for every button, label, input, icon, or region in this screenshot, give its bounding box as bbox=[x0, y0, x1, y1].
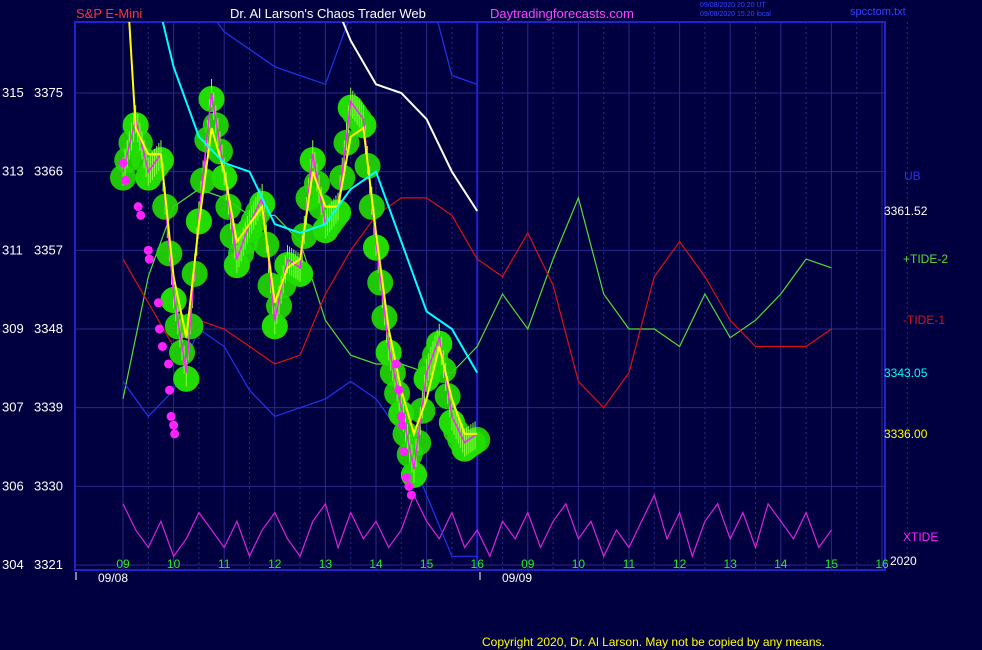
year-label: 2020 bbox=[890, 554, 917, 568]
y-tick-left: 315 bbox=[2, 85, 24, 100]
pink-dot bbox=[169, 420, 179, 430]
x-tick-label: 16 bbox=[875, 557, 889, 571]
pink-dot bbox=[401, 473, 411, 483]
right-label: 3336.00 bbox=[884, 427, 928, 441]
day-label: 09/08 bbox=[98, 571, 128, 585]
pink-dot bbox=[157, 341, 167, 351]
y-tick-right: 3330 bbox=[34, 478, 63, 493]
pink-dot bbox=[153, 298, 163, 308]
x-tick-label: 15 bbox=[825, 557, 839, 571]
y-tick-right: 3375 bbox=[34, 85, 63, 100]
x-tick-label: 14 bbox=[774, 557, 788, 571]
x-tick-label: 09 bbox=[116, 557, 130, 571]
x-tick-label: 13 bbox=[319, 557, 333, 571]
x-tick-label: 11 bbox=[218, 557, 231, 571]
y-tick-left: 311 bbox=[2, 242, 23, 257]
plot-frame bbox=[74, 21, 886, 571]
y-tick-left: 307 bbox=[2, 400, 24, 415]
stamp-utc: 09/08/2020 20:20 UT bbox=[700, 2, 766, 9]
x-tick-label: 15 bbox=[420, 557, 434, 571]
x-tick-label: 12 bbox=[673, 557, 687, 571]
stamp-local: 09/08/2020 15:20 local bbox=[700, 11, 771, 18]
y-tick-right: 3321 bbox=[34, 557, 63, 572]
pink-dot bbox=[165, 385, 175, 395]
y-tick-right: 3339 bbox=[34, 400, 63, 415]
pink-dot bbox=[154, 324, 164, 334]
pink-dot bbox=[121, 175, 131, 185]
pink-dot bbox=[397, 420, 407, 430]
file-name: spcctom.txt bbox=[850, 6, 906, 18]
pink-dot bbox=[396, 411, 406, 421]
pink-dot bbox=[170, 429, 180, 439]
y-tick-left: 313 bbox=[2, 164, 24, 179]
pink-dot bbox=[133, 202, 143, 212]
header-title: Dr. Al Larson's Chaos Trader Web bbox=[230, 6, 426, 21]
pink-dot bbox=[394, 385, 404, 395]
copyright: Copyright 2020, Dr. Al Larson. May not b… bbox=[482, 635, 825, 649]
y-tick-left: 309 bbox=[2, 321, 24, 336]
x-tick-label: 14 bbox=[369, 557, 383, 571]
pink-dot bbox=[391, 359, 401, 369]
instrument-title: S&P E-Mini bbox=[76, 6, 142, 21]
pink-dot bbox=[136, 210, 146, 220]
plot-area bbox=[110, 22, 832, 559]
x-tick-label: 10 bbox=[167, 557, 181, 571]
right-label: -TIDE-1 bbox=[903, 313, 945, 327]
y-tick-right: 3357 bbox=[34, 242, 63, 257]
pink-dot bbox=[404, 481, 414, 491]
x-tick-label: 13 bbox=[724, 557, 738, 571]
x-tick-label: 12 bbox=[268, 557, 282, 571]
y-tick-right: 3366 bbox=[34, 164, 63, 179]
pink-dot bbox=[143, 245, 153, 255]
pink-dot bbox=[399, 446, 409, 456]
right-label: +TIDE-2 bbox=[903, 252, 948, 266]
y-tick-right: 3348 bbox=[34, 321, 63, 336]
y-tick-left: 306 bbox=[2, 478, 24, 493]
pink-dot bbox=[164, 359, 174, 369]
right-label: 3343.05 bbox=[884, 366, 928, 380]
x-tick-label: 09 bbox=[521, 557, 535, 571]
pink-dot bbox=[166, 411, 176, 421]
pink-dot bbox=[118, 158, 128, 168]
pink-dot bbox=[406, 490, 416, 500]
right-label: UB bbox=[904, 169, 921, 183]
x-tick-label: 16 bbox=[471, 557, 485, 571]
right-label: 3361.52 bbox=[884, 204, 928, 218]
day-label: 09/09 bbox=[502, 571, 532, 585]
site-name: Daytradingforecasts.com bbox=[490, 6, 634, 21]
chart-svg: S&P E-Mini Dr. Al Larson's Chaos Trader W… bbox=[2, 2, 948, 649]
right-label: XTIDE bbox=[903, 530, 938, 544]
y-tick-left: 304 bbox=[2, 557, 24, 572]
x-tick-label: 11 bbox=[623, 557, 636, 571]
x-tick-label: 10 bbox=[572, 557, 586, 571]
pink-dot bbox=[144, 254, 154, 264]
